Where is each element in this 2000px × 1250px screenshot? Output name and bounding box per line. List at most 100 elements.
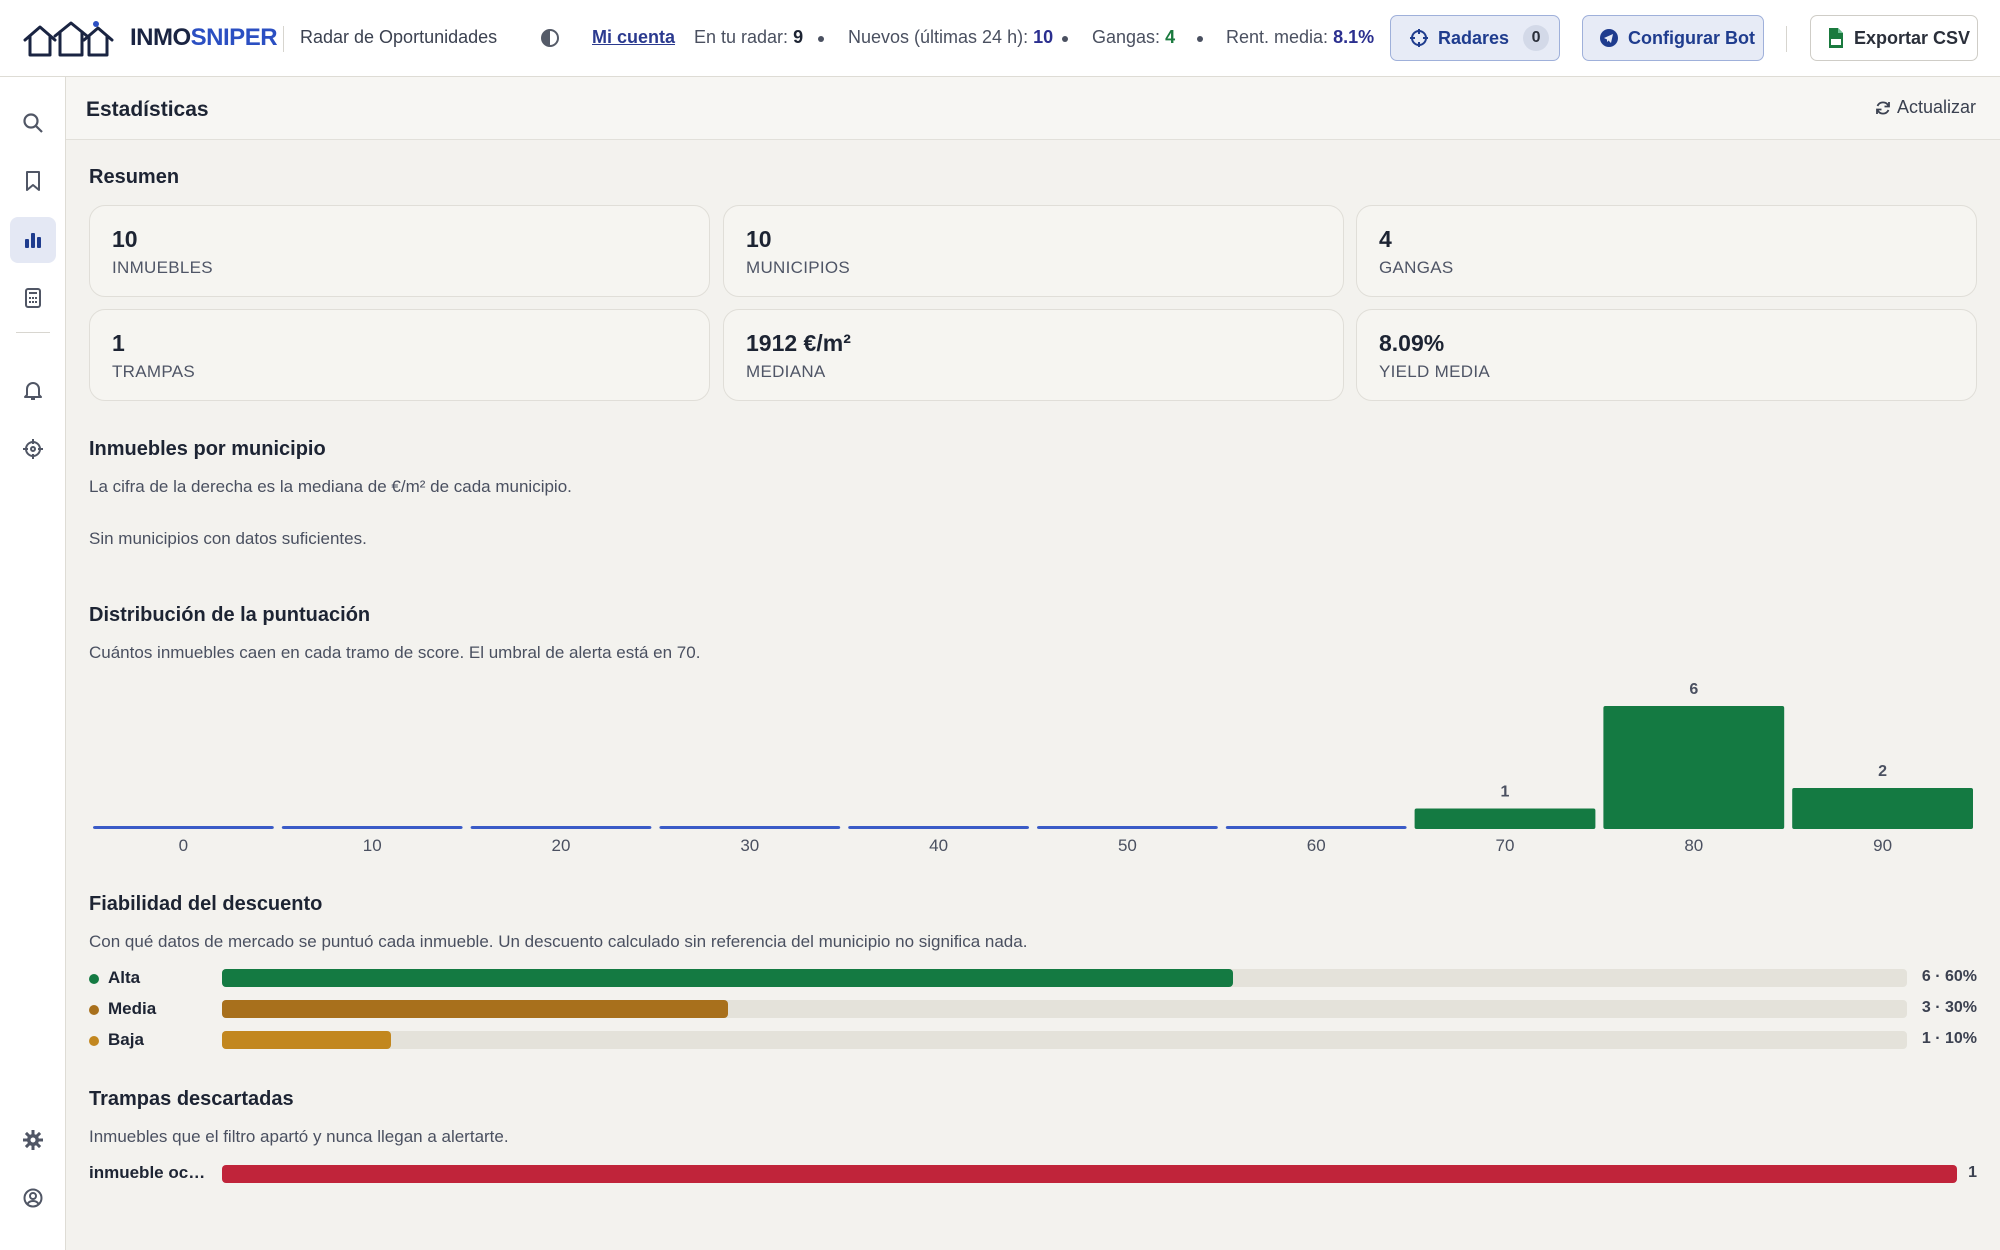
sidebar-divider [16, 332, 50, 333]
refresh-label: Actualizar [1896, 97, 1976, 117]
histogram-bar [659, 826, 841, 829]
sidebar-item-alerts[interactable] [10, 367, 56, 413]
stat-value: 9 [793, 27, 804, 47]
card-value: 4 [1379, 226, 1392, 252]
trap-label: inmueble ocu… [89, 1163, 214, 1182]
histogram-bar [470, 826, 652, 829]
traps-subtitle: Inmuebles que el filtro apartó y nunca l… [89, 1127, 509, 1146]
histogram-bar [1603, 706, 1785, 829]
sidebar-item-radars[interactable] [10, 426, 56, 472]
stat-label: Nuevos (últimas 24 h): [848, 27, 1029, 47]
sidebar-item-settings[interactable] [10, 1117, 56, 1163]
top-bar: INMOSNIPER Radar de Oportunidades Mi cue… [0, 0, 2000, 77]
trap-row: inmueble ocu… 1 [89, 1162, 1977, 1186]
municipios-title: Inmuebles por municipio [89, 438, 326, 460]
sidebar-item-calculator[interactable] [10, 275, 56, 321]
reliability-row-media: Media 3 · 30% [89, 997, 1977, 1021]
histogram-bar [1225, 826, 1407, 829]
status-dot [89, 1005, 99, 1015]
gear-icon [23, 1130, 43, 1150]
distribution-subtitle: Cuántos inmuebles caen en cada tramo de … [89, 643, 701, 662]
distribution-title: Distribución de la puntuación [89, 604, 371, 626]
export-csv-button[interactable]: Exportar CSV [1810, 15, 1978, 61]
brand-name: INMOSNIPER [130, 24, 278, 51]
configure-bot-button[interactable]: Configurar Bot [1582, 15, 1764, 61]
histogram-tick-label: 50 [1118, 836, 1137, 855]
municipios-empty-message: Sin municipios con datos suficientes. [89, 529, 367, 548]
stat-label: En tu radar: [694, 27, 789, 47]
page-title: Estadísticas [86, 98, 209, 121]
summary-card-gangas: 4 GANGAS [1356, 205, 1977, 297]
reliability-value: 3 · 30% [1921, 999, 1977, 1016]
radars-button-label: Radares [1438, 27, 1510, 48]
separator-dot [1197, 36, 1203, 42]
radars-button[interactable]: Radares 0 [1390, 15, 1560, 61]
refresh-button[interactable]: Actualizar [1875, 97, 1976, 118]
bell-icon [24, 382, 42, 400]
stat-yield: Rent. media: 8.1% [1226, 27, 1374, 48]
stat-value: 10 [1033, 27, 1054, 47]
histogram-tick-label: 70 [1496, 836, 1515, 855]
trap-value: 1 [1968, 1164, 1977, 1181]
sidebar-item-saved[interactable] [10, 158, 56, 204]
stat-value: 8.1% [1333, 27, 1375, 47]
sidebar-item-statistics[interactable] [10, 217, 56, 263]
stat-label: Rent. media: [1226, 27, 1329, 47]
configure-bot-label: Configurar Bot [1628, 27, 1755, 48]
theme-toggle-icon[interactable] [540, 28, 560, 48]
summary-card-inmuebles: 10 INMUEBLES [89, 205, 710, 297]
histogram-tick-label: 40 [929, 836, 948, 855]
refresh-icon [1876, 101, 1890, 114]
sidebar-item-profile[interactable] [10, 1175, 56, 1221]
histogram-tick-label: 0 [179, 836, 188, 855]
card-label: YIELD MEDIA [1379, 362, 1490, 381]
calculator-icon [25, 288, 41, 308]
summary-title: Resumen [89, 166, 180, 188]
separator-dot [1062, 36, 1068, 42]
histogram-tick-label: 80 [1684, 836, 1703, 855]
histogram-bar [1792, 788, 1973, 829]
bookmark-icon [26, 171, 40, 191]
card-value: 8.09% [1379, 330, 1445, 356]
card-value: 10 [112, 226, 138, 252]
reliability-track [222, 1031, 1907, 1049]
histogram-tick-label: 30 [740, 836, 759, 855]
summary-card-mediana: 1912 €/m² MEDIANA [723, 309, 1344, 401]
reliability-subtitle: Con qué datos de mercado se puntuó cada … [89, 932, 1028, 951]
card-label: MUNICIPIOS [746, 258, 851, 277]
reliability-label: Media [108, 999, 157, 1018]
search-icon [23, 113, 43, 133]
crosshair-icon [1410, 29, 1428, 47]
reliability-row-alta: Alta 6 · 60% [89, 966, 1977, 990]
traps-title: Trampas descartadas [89, 1088, 294, 1110]
crosshair-icon [23, 439, 43, 459]
user-circle-icon [23, 1188, 43, 1208]
card-value: 10 [746, 226, 772, 252]
histogram-data-label: 1 [1501, 784, 1510, 801]
radars-count-badge: 0 [1523, 25, 1550, 51]
histogram-bar [848, 826, 1029, 829]
histogram-tick-label: 90 [1873, 836, 1892, 855]
card-label: GANGAS [1379, 258, 1454, 277]
trap-bar [222, 1165, 1957, 1183]
account-link[interactable]: Mi cuenta [592, 27, 675, 48]
status-dot [89, 974, 99, 984]
histogram-data-label: 6 [1689, 681, 1698, 698]
divider [283, 26, 284, 52]
municipios-subtitle: La cifra de la derecha es la mediana de … [89, 477, 572, 496]
reliability-fill [222, 969, 1233, 987]
sidebar-item-search[interactable] [10, 100, 56, 146]
card-value: 1912 €/m² [746, 330, 851, 356]
histogram-bar [1414, 808, 1596, 829]
histogram-data-label: 2 [1878, 763, 1887, 780]
houses-logo-icon [23, 21, 114, 57]
summary-card-yield: 8.09% YIELD MEDIA [1356, 309, 1977, 401]
telegram-icon [1600, 29, 1618, 47]
reliability-value: 6 · 60% [1921, 968, 1977, 985]
histogram-bar [281, 826, 463, 829]
app-subtitle: Radar de Oportunidades [300, 27, 498, 47]
stat-value: 4 [1165, 27, 1176, 47]
export-csv-label: Exportar CSV [1854, 27, 1971, 48]
histogram-tick-label: 10 [363, 836, 382, 855]
histogram-tick-label: 20 [552, 836, 571, 855]
